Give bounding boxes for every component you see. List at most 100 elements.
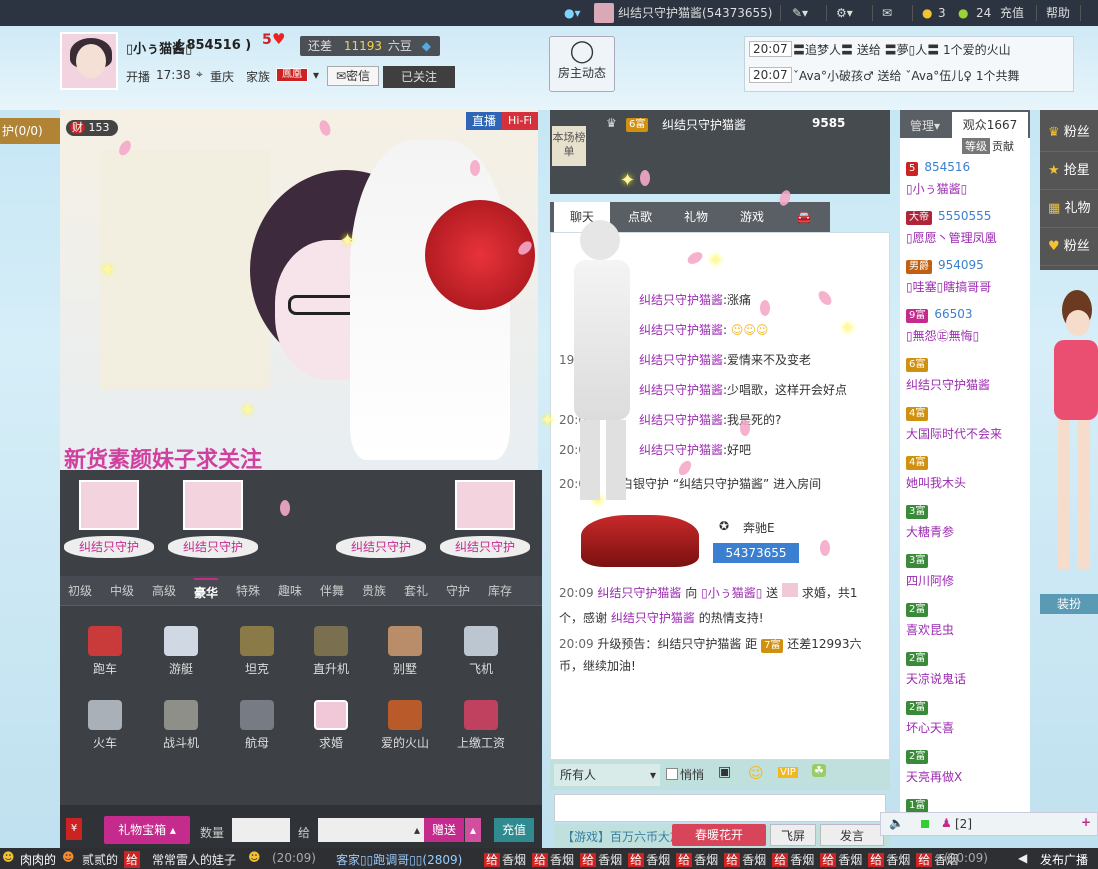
audience-row[interactable]: 1富 xyxy=(906,797,929,813)
speaker-icon[interactable]: 🔈 xyxy=(889,816,904,830)
guard-seat[interactable]: 纠结只守护 xyxy=(64,480,154,560)
host-dynamic-button[interactable]: ◯ 房主动态 xyxy=(549,36,615,92)
chat-send-button[interactable]: 发言 xyxy=(820,824,884,846)
car-icon xyxy=(88,626,122,656)
qty-input[interactable] xyxy=(232,818,290,842)
tab-dance[interactable]: 伴舞 xyxy=(320,578,344,604)
fly-screen-button[interactable]: 飞屏 xyxy=(770,824,816,846)
tab-luxury[interactable]: 豪华 xyxy=(194,578,219,604)
guard-seat[interactable]: 纠结只守护 xyxy=(440,480,530,560)
plane-icon xyxy=(464,626,498,656)
tab-mid[interactable]: 中级 xyxy=(110,578,134,604)
sidebar-item-star[interactable]: ★ 抢星 xyxy=(1040,152,1098,190)
audience-row[interactable]: 2富 喜欢昆虫 xyxy=(906,601,1024,638)
anchor-avatar[interactable] xyxy=(60,32,118,90)
gift-tag: 给 xyxy=(484,853,501,867)
gift-tag: 给 xyxy=(676,853,693,867)
rose-bouquet xyxy=(425,200,535,310)
sort-level[interactable]: 等级 xyxy=(962,138,990,154)
gift-salary[interactable]: 上缴工资 xyxy=(446,700,516,751)
live-tag[interactable]: 直播 xyxy=(466,112,502,130)
bottom-ticker: ☻ 肉肉的 ☻ 贰贰的 给 常常雷人的娃子 ☻ (20:09) 客家▯▯跑调哥▯… xyxy=(0,848,1098,869)
sort-contrib[interactable]: 贡献 xyxy=(992,138,1014,154)
gift-box-button[interactable]: 礼物宝箱 ▴ xyxy=(104,816,190,844)
whisper-checkbox[interactable] xyxy=(666,768,678,780)
audience-row[interactable]: 9富 66503 ▯無怨㊣無悔▯ xyxy=(906,307,1024,344)
sidebar-item-fans2[interactable]: ♥ 粉丝 xyxy=(1040,228,1098,266)
edit-icon[interactable]: ✎▾ xyxy=(792,0,808,26)
chat-input[interactable] xyxy=(554,794,886,822)
sidebar-item-gift[interactable]: ▦ 礼物 xyxy=(1040,190,1098,228)
room-owner[interactable]: 纠结只守护猫酱(54373655) xyxy=(618,0,772,26)
location: 重庆 xyxy=(210,70,235,84)
audience-row[interactable]: 4富 她叫我木头 xyxy=(906,454,1024,491)
gift-tank[interactable]: 坦克 xyxy=(222,626,292,677)
send-gift-button[interactable]: 赠送 xyxy=(424,818,464,842)
follow-button[interactable]: 已关注 xyxy=(383,66,455,88)
tab-special[interactable]: 特殊 xyxy=(236,578,260,604)
tab-set[interactable]: 套礼 xyxy=(404,578,428,604)
hifi-tag[interactable]: Hi-Fi xyxy=(502,112,538,130)
family-badge[interactable]: 鳯凰 xyxy=(276,68,308,82)
tab-fun[interactable]: 趣味 xyxy=(278,578,302,604)
dress-button[interactable]: 装扮 xyxy=(1040,594,1098,614)
tab-noble[interactable]: 贵族 xyxy=(362,578,386,604)
audience-row[interactable]: 3富 四川阿修 xyxy=(906,552,1024,589)
audience-row[interactable]: 2富 天亮再做X xyxy=(906,748,1024,785)
sidebar-item-fans[interactable]: ♛ 粉丝 xyxy=(1040,114,1098,152)
audience-row[interactable]: 2富 坏心天喜 xyxy=(906,699,1024,736)
gift-fighter[interactable]: 战斗机 xyxy=(146,700,216,751)
gift-plane[interactable]: 飞机 xyxy=(446,626,516,677)
plus-icon[interactable]: + xyxy=(1081,815,1091,829)
tab-basic[interactable]: 初级 xyxy=(68,578,92,604)
tab-high[interactable]: 高级 xyxy=(152,578,176,604)
target-select[interactable]: 所有人 ▾ xyxy=(554,764,660,786)
spring-button[interactable]: 春暖花开 xyxy=(672,824,766,846)
tab-gift[interactable]: 礼物 xyxy=(670,202,722,232)
rank-name[interactable]: 纠结只守护猫酱 xyxy=(662,116,746,133)
audience-row[interactable]: 5 854516 ▯小ぅ猫酱▯ xyxy=(906,160,1024,197)
car-tab-icon[interactable]: 🚘 xyxy=(782,202,826,232)
red-packet-icon[interactable]: ¥ xyxy=(66,818,82,840)
guard-seat[interactable]: 纠结只守护 xyxy=(336,480,426,560)
chevron-down-icon[interactable]: ▾ xyxy=(313,68,319,82)
gift-train[interactable]: 火车 xyxy=(70,700,140,751)
gift-villa[interactable]: 别墅 xyxy=(370,626,440,677)
gift-sportscar[interactable]: 跑车 xyxy=(70,626,140,677)
audience-row[interactable]: 大帝 5550555 ▯愿愿丶管理凤凰 xyxy=(906,209,1024,246)
gear-icon[interactable]: ⚙▾ xyxy=(836,0,853,26)
audience-row[interactable]: 2富 天凉说鬼话 xyxy=(906,650,1024,687)
audience-row[interactable]: 6富 纠结只守护猫酱 xyxy=(906,356,1024,393)
gift-helicopter[interactable]: 直升机 xyxy=(296,626,366,677)
gift-proposal[interactable]: 求婚 xyxy=(296,700,366,751)
emoji-icon[interactable]: ☺ xyxy=(748,764,764,782)
audience-row[interactable]: 男爵 954095 ▯哇塞▯瞎搞哥哥 xyxy=(906,258,1024,295)
dm-button[interactable]: ✉密信 xyxy=(327,66,379,86)
tab-audience[interactable]: 观众1667 xyxy=(952,112,1028,138)
gift-volcano[interactable]: 爱的火山 xyxy=(370,700,440,751)
image-icon[interactable]: ▣ xyxy=(718,764,731,780)
ranking-label: 本场榜单 xyxy=(552,126,586,166)
user-name: ▯無怨㊣無悔▯ xyxy=(906,329,980,343)
gift-recharge-button[interactable]: 充值 xyxy=(494,818,534,842)
guard-seat[interactable]: 纠结只守护 xyxy=(168,480,258,560)
mail-icon[interactable]: ✉ xyxy=(882,0,892,26)
broadcast-button[interactable]: 发布广播 xyxy=(1040,851,1088,868)
recipient-select[interactable]: ▴ xyxy=(318,818,424,842)
vip-icon[interactable]: VIP xyxy=(778,767,798,778)
yacht-icon xyxy=(164,626,198,656)
gift-carrier[interactable]: 航母 xyxy=(222,700,292,751)
send-options-icon[interactable]: ▴ xyxy=(465,818,481,842)
recharge-link[interactable]: 充值 xyxy=(1000,0,1024,26)
tab-manage[interactable]: 管理▾ xyxy=(910,117,940,134)
audience-row[interactable]: 3富 大糖青参 xyxy=(906,503,1024,540)
audience-row[interactable]: 4富 大国际时代不会来 xyxy=(906,405,1024,442)
tab-game[interactable]: 游戏 xyxy=(726,202,778,232)
status-icon[interactable]: ●▾ xyxy=(564,0,581,26)
mood-icon[interactable]: ☘ xyxy=(812,764,826,777)
tab-stock[interactable]: 库存 xyxy=(488,578,512,604)
guard-tab[interactable]: 护(0/0) xyxy=(0,118,60,144)
gift-yacht[interactable]: 游艇 xyxy=(146,626,216,677)
help-link[interactable]: 帮助 xyxy=(1046,0,1070,26)
tab-guard[interactable]: 守护 xyxy=(446,578,470,604)
